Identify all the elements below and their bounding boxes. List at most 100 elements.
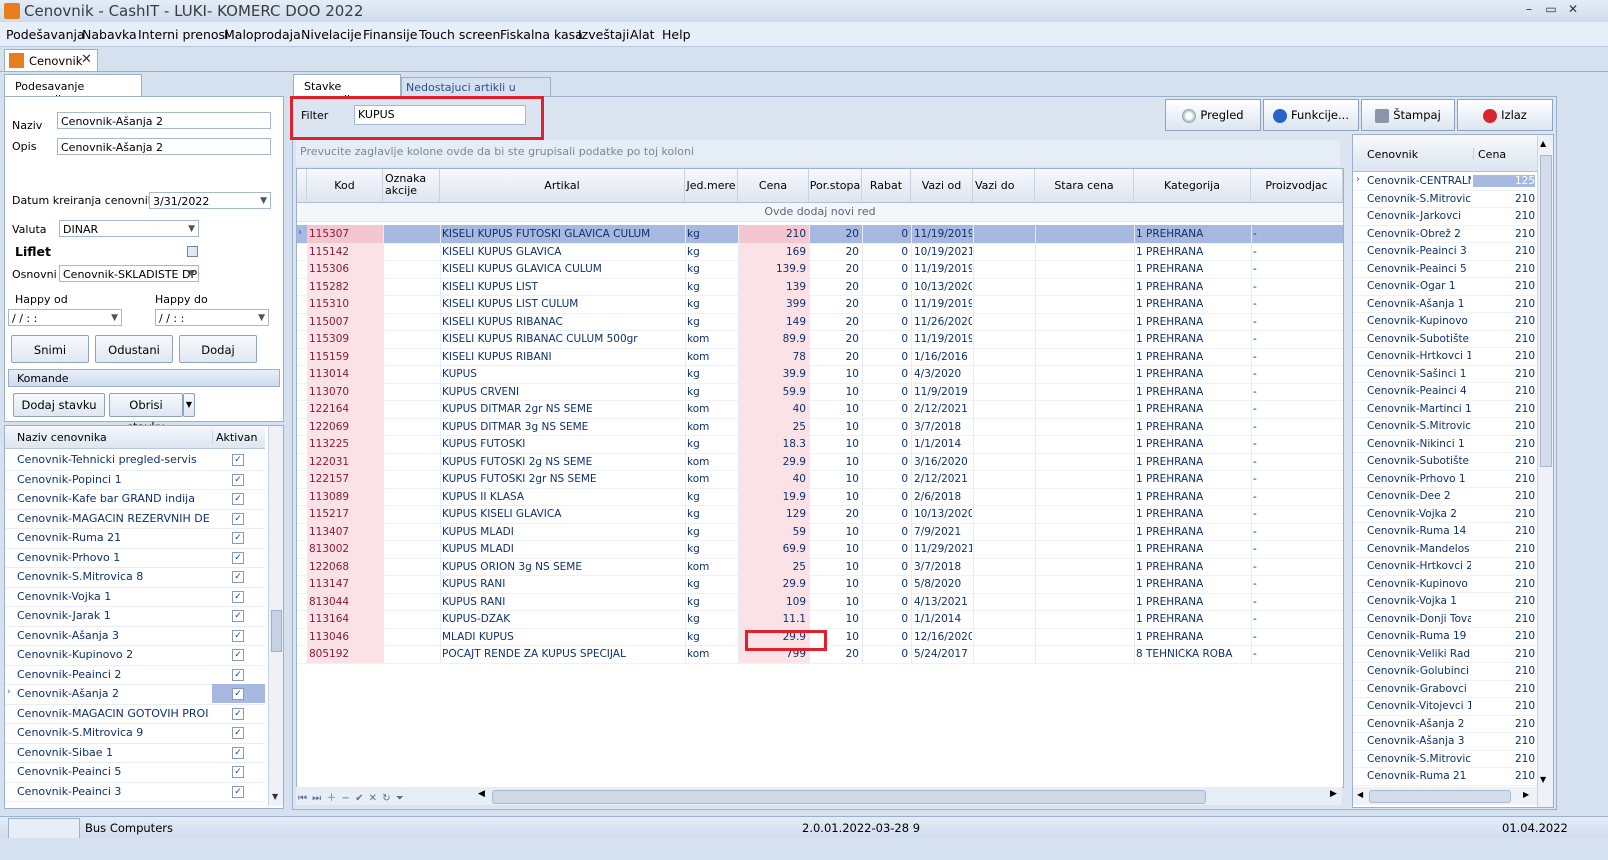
list-item[interactable]: Cenovnik-MAGACIN REZERVNIH DELOVA ✓: [5, 509, 265, 529]
cell-kod[interactable]: 115217: [309, 508, 379, 520]
cell-proizvodjac[interactable]: -: [1253, 368, 1333, 380]
scroll-thumb[interactable]: [1369, 790, 1511, 803]
happy-od-field[interactable]: / / : : ▼: [8, 309, 122, 326]
pregled-button[interactable]: Pregled: [1165, 99, 1261, 131]
table-row[interactable]: 115306 KISELI KUPUS GLAVICA CULUM kg 139.9 2…: [297, 260, 1343, 279]
cell-kod[interactable]: 115282: [309, 281, 379, 293]
table-row[interactable]: 115309 KISELI KUPUS RIBANAC CULUM 500gr ko…: [297, 330, 1343, 349]
table-row[interactable]: 115142 KISELI KUPUS GLAVICA kg 169 20 0 10/19/…: [297, 242, 1343, 261]
cell-rabat[interactable]: 0: [862, 473, 908, 485]
aktivan-checkbox[interactable]: ✓: [232, 571, 244, 583]
cell-por-stopa[interactable]: 10: [809, 543, 859, 555]
list-item[interactable]: Cenovnik-Tehnicki pregled-servis ✓: [5, 450, 265, 471]
cell-por-stopa[interactable]: 10: [809, 456, 859, 468]
cell-cena[interactable]: 139: [738, 281, 806, 293]
list-item[interactable]: Cenovnik-Donji Tovar 210: [1353, 610, 1537, 628]
scroll-right-icon[interactable]: ▶: [1330, 789, 1337, 799]
cell-kod[interactable]: 813002: [309, 543, 379, 555]
table-row[interactable]: 813002 KUPUS MLADI kg 69.9 10 0 11/29/2021 1 PR…: [297, 540, 1343, 559]
cell-cena[interactable]: 69.9: [738, 543, 806, 555]
naziv-field[interactable]: Cenovnik-Ašanja 2: [57, 112, 271, 129]
list-item[interactable]: Cenovnik-Prhovo 1 ✓: [5, 548, 265, 568]
cell-proizvodjac[interactable]: -: [1253, 561, 1333, 573]
cell-kod[interactable]: 115309: [309, 333, 379, 345]
cell-vazi-od[interactable]: 12/16/2020: [914, 631, 972, 643]
aktivan-checkbox[interactable]: ✓: [232, 766, 244, 778]
cell-vazi-od[interactable]: 2/6/2018: [914, 491, 972, 503]
cell-proizvodjac[interactable]: -: [1253, 543, 1333, 555]
menu-maloprodaja[interactable]: Maloprodaja: [224, 27, 301, 42]
stampaj-button[interactable]: Štampaj: [1361, 99, 1455, 131]
cell-vazi-od[interactable]: 10/13/2020: [914, 281, 972, 293]
cell-por-stopa[interactable]: 20: [809, 508, 859, 520]
cell-por-stopa[interactable]: 20: [809, 316, 859, 328]
cell-kod[interactable]: 113046: [309, 631, 379, 643]
cell-cena[interactable]: 18.3: [738, 438, 806, 450]
cell-kod[interactable]: 113164: [309, 613, 379, 625]
cell-por-stopa[interactable]: 10: [809, 596, 859, 608]
list-item[interactable]: Cenovnik-Ašanja 2 210: [1353, 715, 1537, 733]
cell-artikal[interactable]: POCAJT RENDE ZA KUPUS SPECIJAL: [442, 648, 682, 660]
list-item[interactable]: Cenovnik-Martinci 1 210: [1353, 400, 1537, 418]
osnovni-select[interactable]: Cenovnik-SKLADISTE DPS ▼: [59, 265, 199, 282]
close-tab-icon[interactable]: ✕: [81, 52, 92, 67]
horizontal-scrollbar[interactable]: [492, 790, 1206, 804]
list-item[interactable]: Cenovnik-Ašanja 3 ✓: [5, 626, 265, 646]
cell-vazi-od[interactable]: 11/19/2019: [914, 298, 972, 310]
navigator-icons[interactable]: ⏮ ⏭ ＋ − ✔ ✕ ↻ ⏷: [298, 789, 405, 804]
list-item[interactable]: Cenovnik-Subotište 2 210: [1353, 452, 1537, 471]
cell-jed-mere[interactable]: kg: [687, 526, 737, 538]
cell-artikal[interactable]: KUPUS DITMAR 2gr NS SEME: [442, 403, 682, 415]
cell-jed-mere[interactable]: kom: [687, 333, 737, 345]
cell-por-stopa[interactable]: 20: [809, 281, 859, 293]
cell-kod[interactable]: 113089: [309, 491, 379, 503]
cell-artikal[interactable]: KUPUS: [442, 368, 682, 380]
list-item[interactable]: Cenovnik-Hrtkovci 2 210: [1353, 557, 1537, 576]
cell-artikal[interactable]: KUPUS FUTOSKI 2g NS SEME: [442, 456, 682, 468]
cell-proizvodjac[interactable]: -: [1253, 613, 1333, 625]
table-row[interactable]: 122068 KUPUS ORION 3g NS SEME kom 25 10 0 3/7/…: [297, 557, 1343, 576]
cell-kod[interactable]: 115142: [309, 246, 379, 258]
aktivan-checkbox[interactable]: ✓: [232, 473, 244, 486]
menu-help[interactable]: Help: [662, 27, 691, 42]
dropdown-arrow-icon[interactable]: ▼: [111, 310, 118, 325]
cell-vazi-od[interactable]: 7/9/2021: [914, 526, 972, 538]
cell-kod[interactable]: 122068: [309, 561, 379, 573]
cell-jed-mere[interactable]: kg: [687, 631, 737, 643]
cell-vazi-od[interactable]: 3/7/2018: [914, 421, 972, 433]
cell-kategorija[interactable]: 1 PREHRANA: [1136, 438, 1248, 450]
menu-nabavka[interactable]: Nabavka: [82, 27, 137, 42]
cell-por-stopa[interactable]: 10: [809, 403, 859, 415]
cell-proizvodjac[interactable]: -: [1253, 526, 1333, 538]
cell-por-stopa[interactable]: 10: [809, 386, 859, 398]
cell-vazi-od[interactable]: 1/1/2014: [914, 613, 972, 625]
aktivan-checkbox[interactable]: ✓: [232, 746, 244, 759]
new-row[interactable]: Ovde dodaj novi red: [297, 203, 1343, 222]
cell-por-stopa[interactable]: 10: [809, 491, 859, 503]
cell-jed-mere[interactable]: kom: [687, 351, 737, 363]
aktivan-checkbox[interactable]: ✓: [232, 649, 244, 661]
cell-kod[interactable]: 122164: [309, 403, 379, 415]
cell-artikal[interactable]: KUPUS RANI: [442, 596, 682, 608]
cell-cena[interactable]: 169: [738, 246, 806, 258]
group-by-area[interactable]: Prevucite zaglavlje kolone ovde da bi st…: [296, 140, 1340, 166]
table-row[interactable]: › 115307 KISELI KUPUS FUTOSKI GLAVICA CULU…: [297, 225, 1343, 244]
table-row[interactable]: 115217 KUPUS KISELI GLAVICA kg 129 20 0 10/13/…: [297, 505, 1343, 524]
opis-field[interactable]: Cenovnik-Ašanja 2: [57, 138, 271, 155]
table-row[interactable]: 113147 KUPUS RANI kg 29.9 10 0 5/8/2020 1 PREHR…: [297, 575, 1343, 594]
list-item[interactable]: Cenovnik-Vitojevci 1 210: [1353, 697, 1537, 716]
cell-kategorija[interactable]: 1 PREHRANA: [1136, 403, 1248, 415]
cell-cena[interactable]: 78: [738, 351, 806, 363]
aktivan-checkbox[interactable]: ✓: [232, 590, 244, 603]
col-oznaka-akcije[interactable]: Oznaka akcije: [383, 169, 440, 202]
cell-kategorija[interactable]: 1 PREHRANA: [1136, 631, 1248, 643]
list-item[interactable]: Cenovnik-Peainci 4 210: [1353, 382, 1537, 401]
cell-rabat[interactable]: 0: [862, 421, 908, 433]
table-row[interactable]: 113225 KUPUS FUTOSKI kg 18.3 10 0 1/1/2014 1 PR…: [297, 435, 1343, 454]
aktivan-checkbox[interactable]: ✓: [232, 629, 244, 642]
cell-jed-mere[interactable]: kg: [687, 491, 737, 503]
cell-proizvodjac[interactable]: -: [1253, 508, 1333, 520]
cell-proizvodjac[interactable]: -: [1253, 491, 1333, 503]
obrisi-stavku-button[interactable]: Obrisi stavku: [109, 393, 183, 434]
cell-rabat[interactable]: 0: [862, 438, 908, 450]
